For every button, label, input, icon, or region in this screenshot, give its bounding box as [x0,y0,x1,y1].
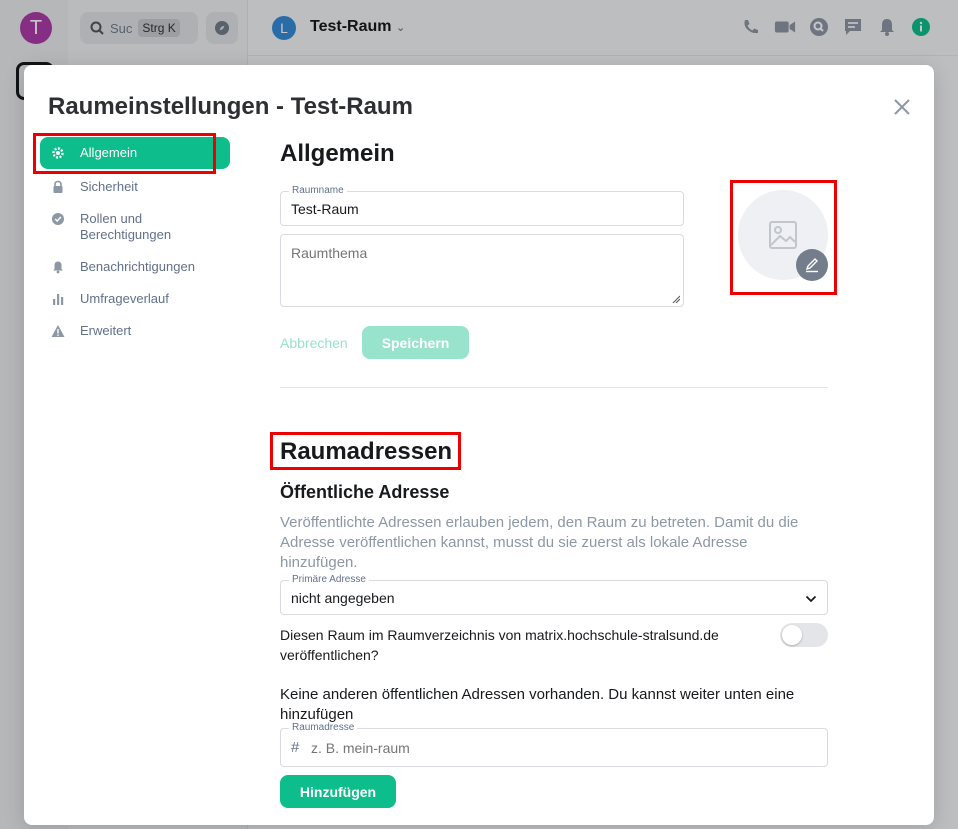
section-divider [280,387,828,388]
room-address-field[interactable]: Raumadresse # [280,722,828,767]
chevron-down-icon [805,595,817,603]
public-address-heading: Öffentliche Adresse [280,482,450,502]
pencil-icon [805,258,818,273]
tab-label: Benachrichtigungen [80,259,195,274]
room-name-field[interactable]: Raumname [280,185,684,226]
add-address-button[interactable]: Hinzufügen [280,775,396,808]
dialog-title: Raumeinstellungen - Test-Raum [48,93,413,120]
tab-label: Sicherheit [80,179,138,194]
primary-address-value: nicht angegeben [291,590,395,606]
tab-erweitert[interactable]: Erweitert [40,317,230,345]
resize-handle-icon[interactable] [672,295,680,303]
close-button[interactable] [892,97,912,117]
room-topic-field[interactable] [280,234,684,307]
shield-check-icon [50,211,66,227]
bar-chart-icon [50,291,66,307]
room-address-label: Raumadresse [289,722,358,733]
tab-rollen-und-berechtigungen[interactable]: Rollen und Berechtigungen [40,205,230,249]
tab-label: Allgemein [80,145,138,160]
image-placeholder-icon [769,221,797,249]
cancel-button[interactable]: Abbrechen [280,335,348,351]
tab-sicherheit[interactable]: Sicherheit [40,173,230,201]
tab-benachrichtigungen[interactable]: Benachrichtigungen [40,253,230,281]
public-address-description: Veröffentlichte Adressen erlauben jedem,… [280,514,799,571]
bell-icon [50,259,66,275]
primary-address-label: Primäre Adresse [289,574,369,585]
settings-tab-list: Allgemein Sicherheit Rollen und Berechti… [40,137,230,349]
general-heading: Allgemein [280,140,395,167]
toggle-knob [782,625,802,645]
room-name-input[interactable] [291,201,671,217]
lock-icon [50,179,66,195]
publish-directory-text: Diesen Raum im Raumverzeichnis von matri… [280,627,719,663]
primary-address-select[interactable]: Primäre Adresse nicht angegeben [280,574,828,615]
tab-umfrageverlauf[interactable]: Umfrageverlauf [40,285,230,313]
warning-icon [50,323,66,339]
tab-label: Erweitert [80,323,132,338]
no-other-addresses-text: Keine anderen öffentlichen Adressen vorh… [280,686,795,723]
hash-prefix: # [291,739,300,756]
avatar-edit-button[interactable] [796,249,828,281]
room-address-input[interactable] [311,740,811,756]
gear-icon [50,145,66,161]
room-settings-dialog: Raumeinstellungen - Test-Raum Allgemein … [24,65,934,825]
room-topic-input[interactable] [291,245,676,301]
publish-directory-toggle[interactable] [780,623,828,647]
save-button[interactable]: Speichern [362,326,469,359]
tab-allgemein[interactable]: Allgemein [40,137,230,169]
tab-label: Umfrageverlauf [80,291,169,306]
room-addresses-heading: Raumadressen [280,438,453,465]
tab-label: Rollen und Berechtigungen [80,211,172,242]
close-icon [894,99,910,115]
room-name-label: Raumname [289,185,347,196]
